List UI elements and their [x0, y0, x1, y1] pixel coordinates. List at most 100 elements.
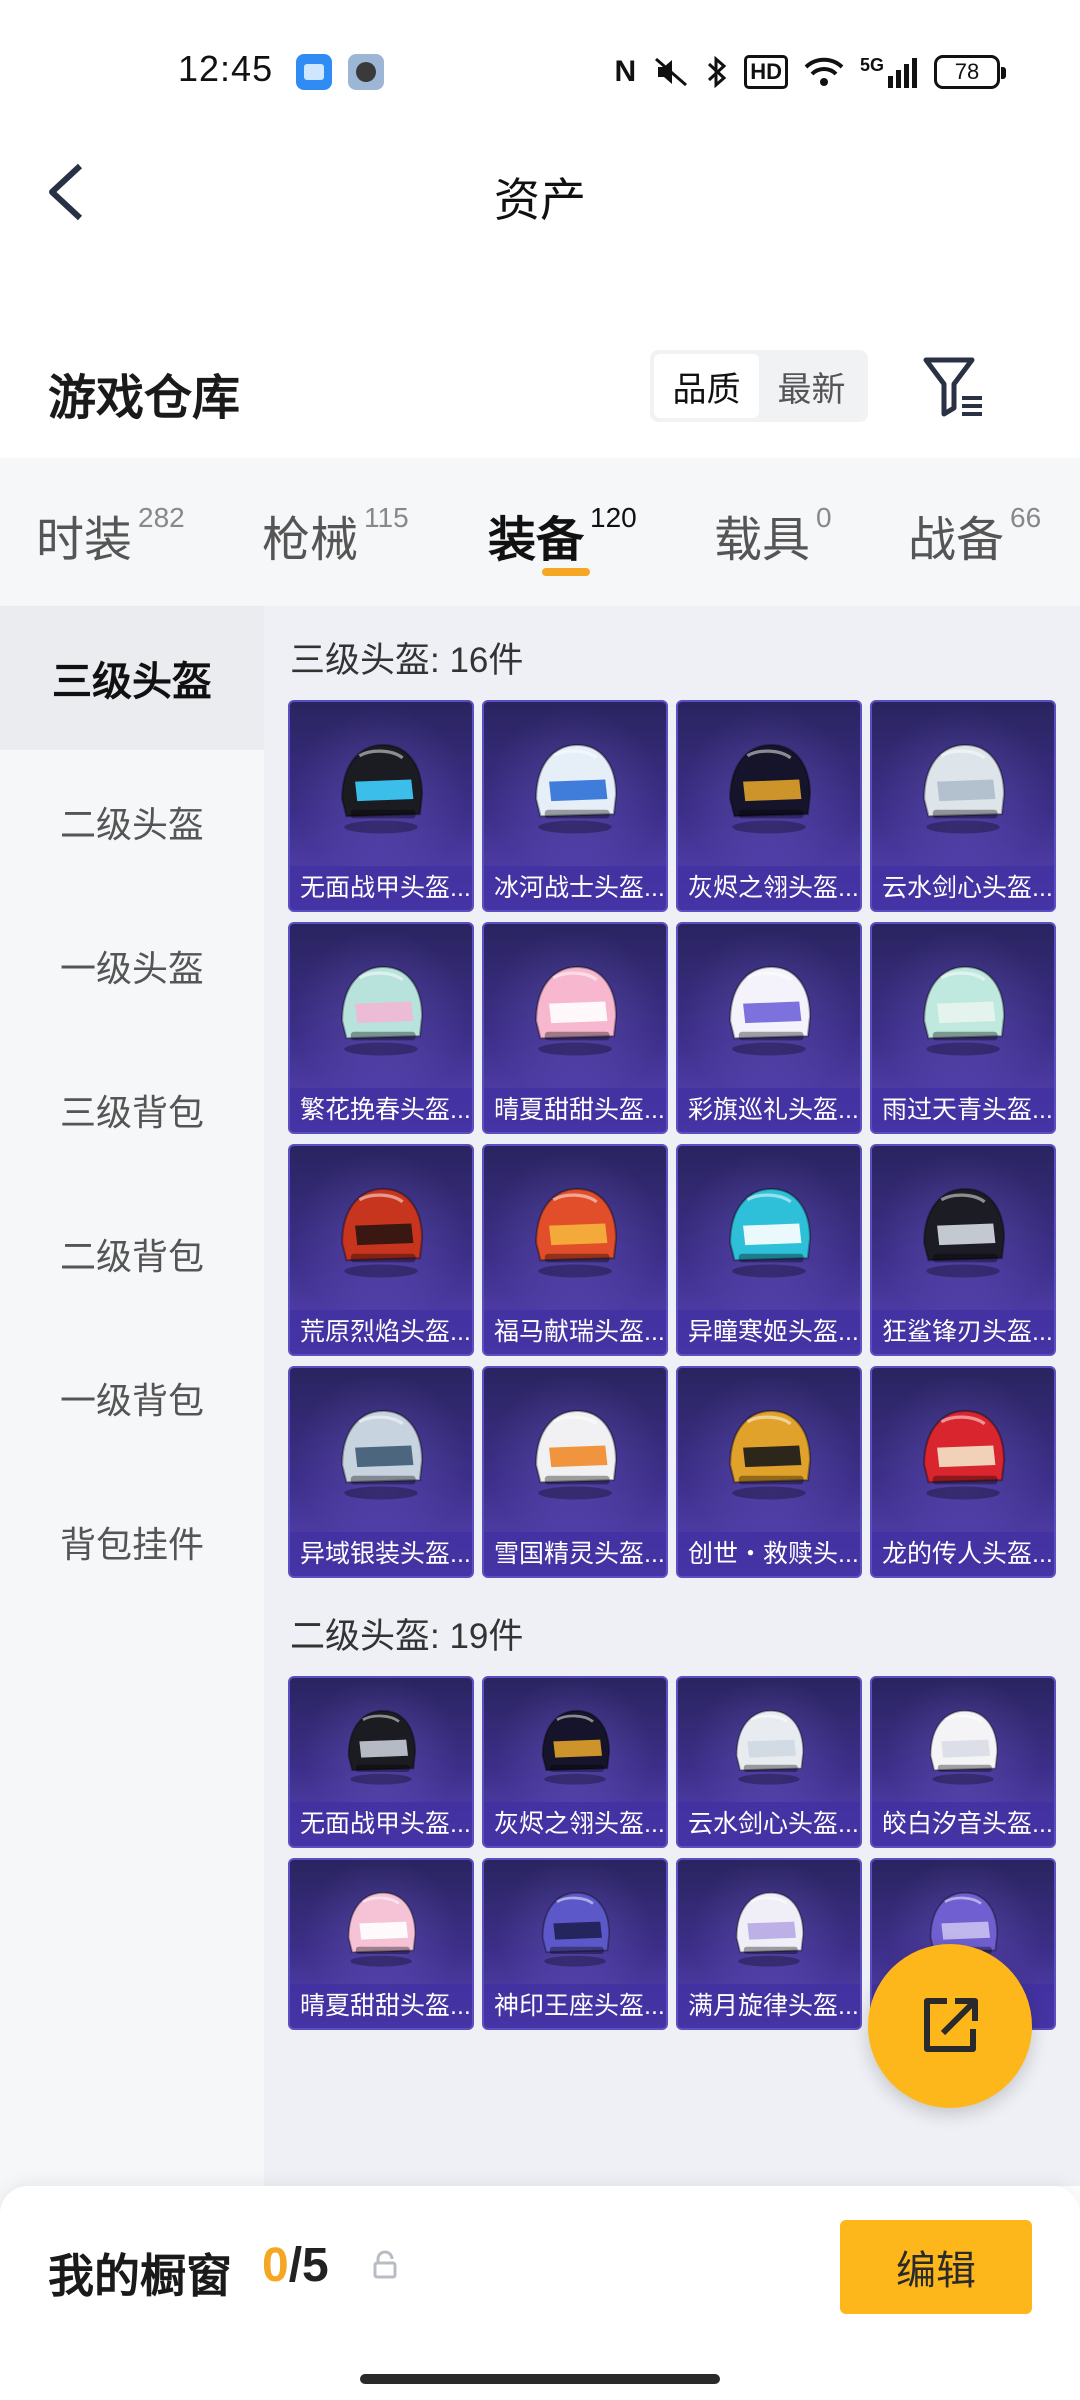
filter-icon [923, 357, 982, 417]
item-name: 冰河战士头盔... [484, 866, 666, 910]
tab-firearms[interactable]: 枪械 115 [262, 500, 409, 570]
helmet-item-card[interactable]: 创世・救赎头... [676, 1366, 862, 1578]
helmet-item-card[interactable]: 晴夏甜甜头盔... [482, 922, 668, 1134]
helmet-item-card[interactable]: 龙的传人头盔... [870, 1366, 1056, 1578]
sidebar-item-level1-helmet[interactable]: 一级头盔 [0, 894, 264, 1038]
tab-vehicles[interactable]: 载具 0 [714, 500, 832, 570]
sidebar-item-level2-helmet[interactable]: 二级头盔 [0, 750, 264, 894]
item-name: 无面战甲头盔... [290, 1802, 472, 1846]
item-name: 云水剑心头盔... [872, 866, 1054, 910]
helmet-icon [729, 1409, 812, 1500]
helmet-icon [735, 1709, 805, 1785]
helmet-icon [341, 1409, 424, 1500]
helmet-icon [347, 1709, 417, 1785]
helmet-item-card[interactable]: 狂鲨锋刃头盔... [870, 1144, 1056, 1356]
helmet-icon [535, 1409, 618, 1500]
helmet-item-card[interactable]: 福马献瑞头盔... [482, 1144, 668, 1356]
sort-by-newest-button[interactable]: 最新 [759, 354, 864, 418]
tab-label: 战备 [908, 514, 1005, 567]
tab-supplies[interactable]: 战备 66 [908, 500, 1041, 570]
warehouse-title: 游戏仓库 [48, 372, 241, 425]
tab-label: 枪械 [262, 514, 359, 567]
tab-count: 282 [138, 502, 185, 533]
notification-cat-app-icon [348, 54, 384, 90]
subcategory-sidebar: 三级头盔 二级头盔 一级头盔 三级背包 二级背包 一级背包 背包挂件 [0, 606, 264, 2400]
helmet-item-card[interactable]: 雨过天青头盔... [870, 922, 1056, 1134]
share-button[interactable] [868, 1944, 1032, 2108]
item-name: 狂鲨锋刃头盔... [872, 1310, 1054, 1354]
helmet-item-card[interactable]: 满月旋律头盔... [676, 1858, 862, 2030]
filter-button[interactable] [920, 352, 990, 422]
helmet-item-card[interactable]: 彩旗巡礼头盔... [676, 922, 862, 1134]
helmet-icon [535, 965, 618, 1056]
item-name: 彩旗巡礼头盔... [678, 1088, 860, 1132]
helmet-item-card[interactable]: 雪国精灵头盔... [482, 1366, 668, 1578]
helmet-item-card[interactable]: 神印王座头盔... [482, 1858, 668, 2030]
helmet-icon [341, 1187, 424, 1278]
helmet-item-card[interactable]: 晴夏甜甜头盔... [288, 1858, 474, 2030]
tab-count: 66 [1010, 502, 1042, 533]
sidebar-item-level3-backpack[interactable]: 三级背包 [0, 1038, 264, 1182]
item-name: 福马献瑞头盔... [484, 1310, 666, 1354]
helmet-icon [729, 743, 812, 834]
item-name: 创世・救赎头... [678, 1532, 860, 1576]
mute-icon [655, 57, 688, 87]
helmet-item-card[interactable]: 灰烬之翎头盔... [676, 700, 862, 912]
helmet-item-card[interactable]: 无面战甲头盔... [288, 1676, 474, 1848]
tab-count: 120 [590, 502, 637, 533]
status-bar: 12:45 N HD 5G 78 [0, 0, 1080, 140]
sidebar-item-level1-backpack[interactable]: 一级背包 [0, 1326, 264, 1470]
helmet-item-card[interactable]: 灰烬之翎头盔... [482, 1676, 668, 1848]
item-name: 龙的传人头盔... [872, 1532, 1054, 1576]
item-name: 无面战甲头盔... [290, 866, 472, 910]
sidebar-item-level3-helmet[interactable]: 三级头盔 [0, 606, 264, 750]
tab-equipment[interactable]: 装备 120 [488, 500, 637, 570]
item-name: 灰烬之翎头盔... [678, 866, 860, 910]
page-title: 资产 [494, 174, 586, 226]
helmet-icon [929, 1709, 999, 1785]
hd-icon: HD [744, 55, 788, 89]
network-type: 5G [859, 54, 884, 75]
item-name: 繁花挽春头盔... [290, 1088, 472, 1132]
active-tab-indicator [542, 568, 590, 576]
showcase-count: 0/5 [262, 2238, 329, 2293]
helmet-item-card[interactable]: 繁花挽春头盔... [288, 922, 474, 1134]
helmet-icon [347, 1891, 417, 1967]
tab-label: 装备 [488, 514, 585, 567]
helmet-icon [541, 1709, 611, 1785]
helmet-icon [535, 1187, 618, 1278]
helmet-item-card[interactable]: 无面战甲头盔... [288, 700, 474, 912]
helmet-icon [535, 743, 618, 834]
helmet-item-card[interactable]: 云水剑心头盔... [870, 700, 1056, 912]
item-name: 异瞳寒姬头盔... [678, 1310, 860, 1354]
category-tab-bar: 时装 282 枪械 115 装备 120 载具 0 战备 66 [0, 458, 1080, 606]
helmet-item-card[interactable]: 云水剑心头盔... [676, 1676, 862, 1848]
showcase-label: 我的橱窗 [48, 2250, 232, 2302]
section-title-level3-helmet: 三级头盔: 16件 [290, 641, 524, 680]
signal-icon [888, 58, 917, 88]
edit-button[interactable]: 编辑 [840, 2220, 1032, 2314]
tab-label: 载具 [714, 514, 811, 567]
status-icons: N HD 5G 78 [615, 50, 1006, 94]
battery-level: 78 [954, 59, 980, 84]
item-grid-level3-helmet: 无面战甲头盔... 冰河战士头盔... 灰烬之翎头盔... 云水剑心头盔... 繁花挽春… [288, 700, 1058, 1578]
helmet-item-card[interactable]: 荒原烈焰头盔... [288, 1144, 474, 1356]
item-name: 神印王座头盔... [484, 1984, 666, 2028]
home-indicator[interactable] [360, 2374, 720, 2384]
sidebar-item-level2-backpack[interactable]: 二级背包 [0, 1182, 264, 1326]
item-name: 皎白汐音头盔... [872, 1802, 1054, 1846]
helmet-item-card[interactable]: 皎白汐音头盔... [870, 1676, 1056, 1848]
sidebar-item-backpack-charm[interactable]: 背包挂件 [0, 1470, 264, 1614]
helmet-item-card[interactable]: 异瞳寒姬头盔... [676, 1144, 862, 1356]
tab-count: 0 [816, 502, 832, 533]
helmet-icon [735, 1891, 805, 1967]
helmet-icon [729, 1187, 812, 1278]
helmet-icon [923, 965, 1006, 1056]
helmet-item-card[interactable]: 异域银装头盔... [288, 1366, 474, 1578]
tab-fashion[interactable]: 时装 282 [36, 500, 185, 570]
helmet-item-card[interactable]: 冰河战士头盔... [482, 700, 668, 912]
lock-icon [373, 2250, 397, 2279]
sort-by-quality-button[interactable]: 品质 [654, 354, 759, 418]
item-name: 异域银装头盔... [290, 1532, 472, 1576]
bluetooth-icon [708, 55, 727, 89]
